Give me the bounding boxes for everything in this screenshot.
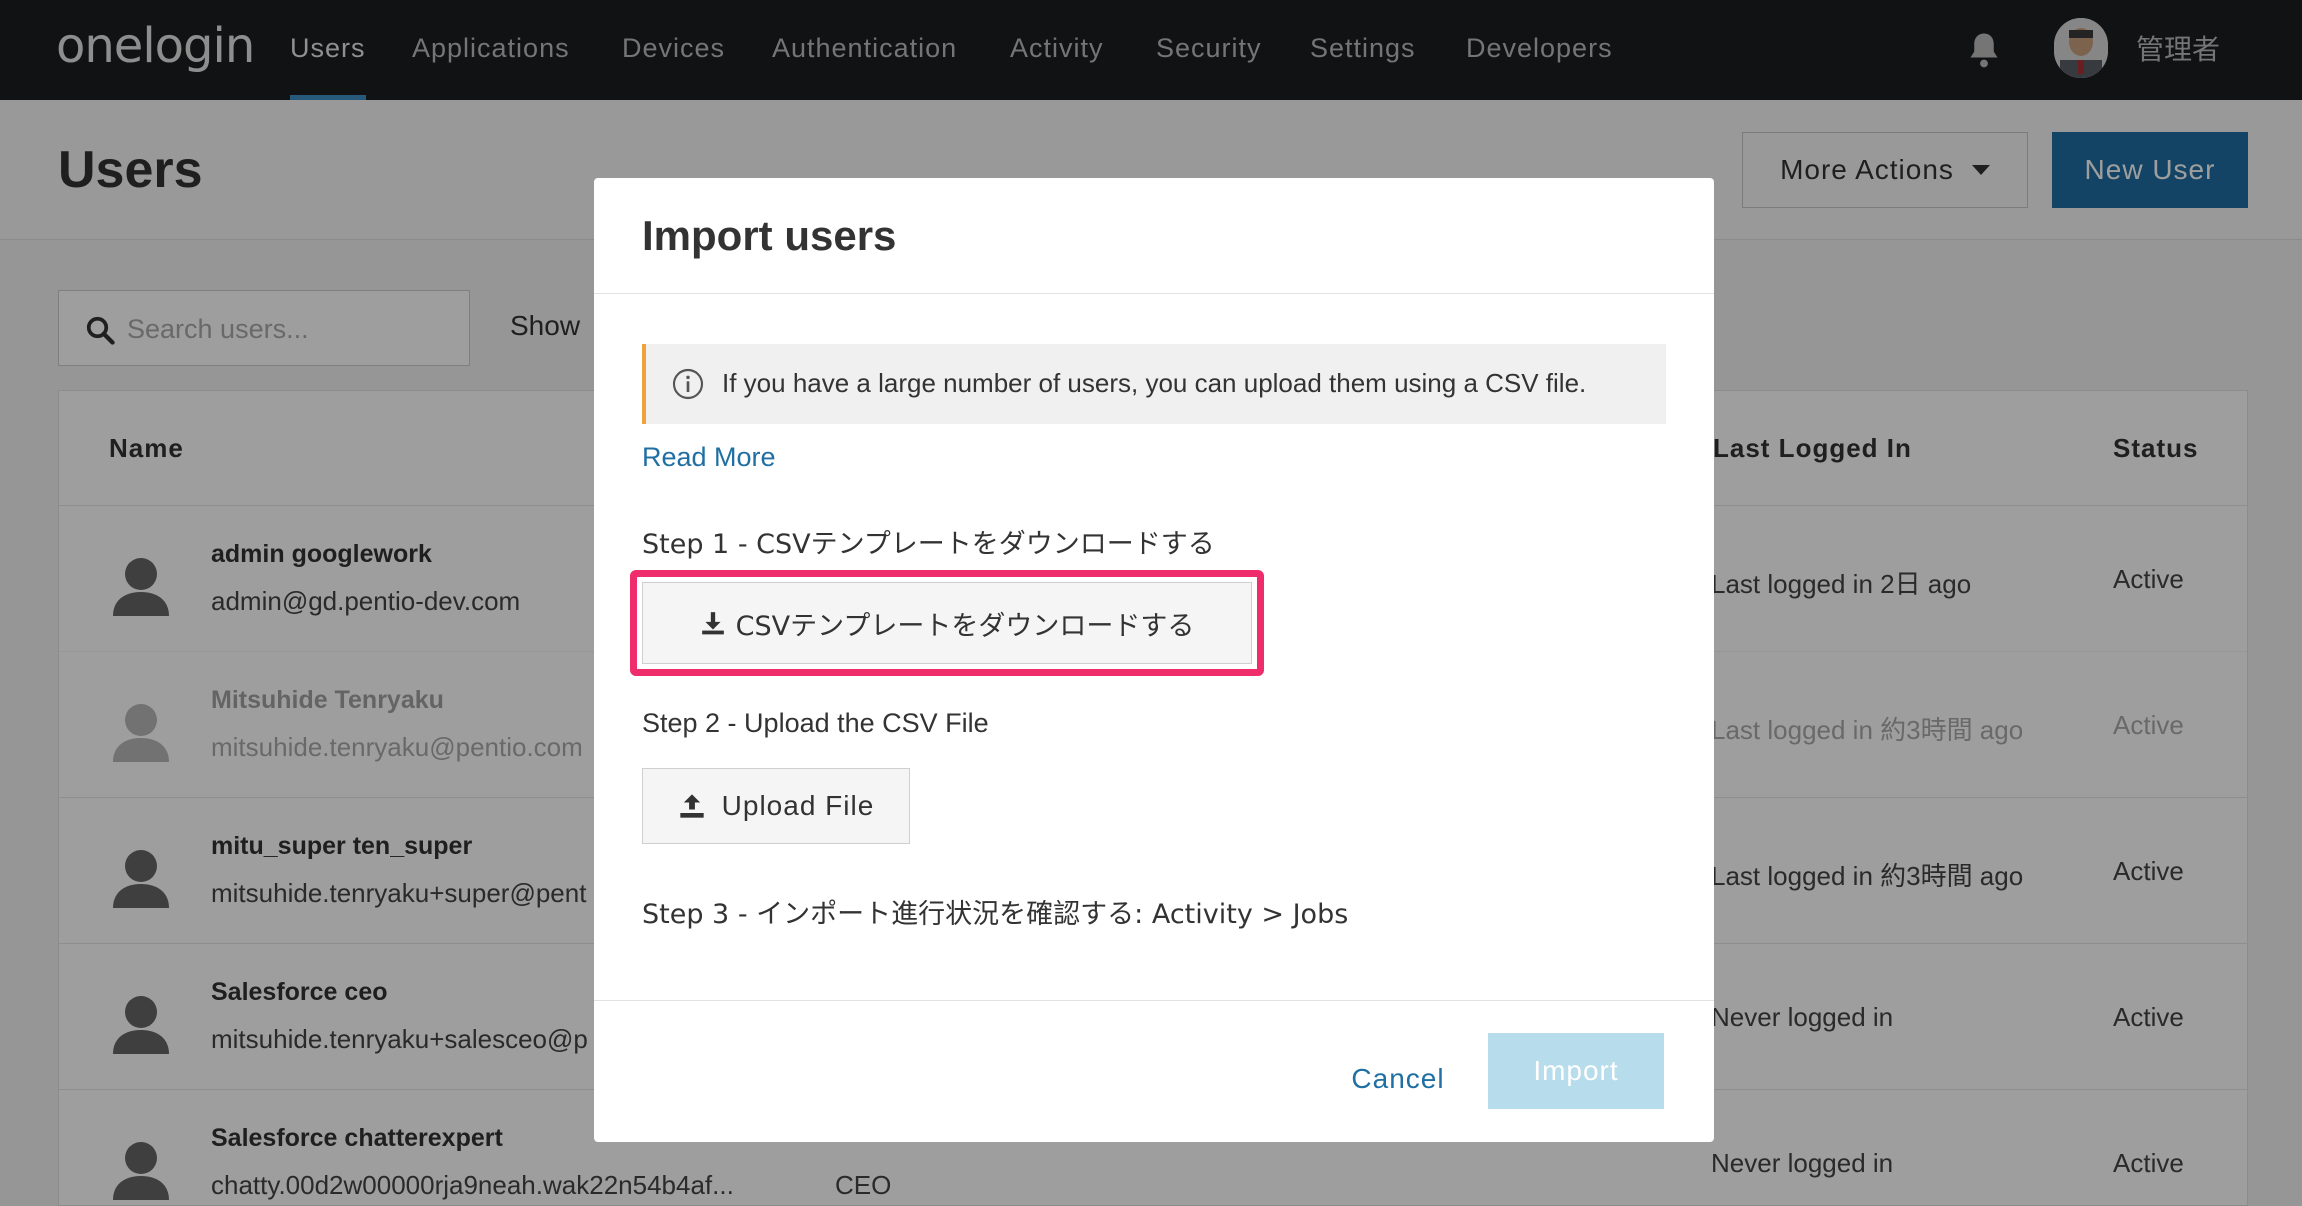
modal-footer: Cancel Import	[594, 1000, 1714, 1142]
modal-header: Import users	[594, 178, 1714, 294]
cancel-button[interactable]: Cancel	[1310, 1041, 1486, 1117]
info-callout: If you have a large number of users, you…	[642, 344, 1666, 424]
modal-title: Import users	[642, 212, 897, 259]
info-text: If you have a large number of users, you…	[722, 368, 1587, 398]
download-csv-template-button[interactable]: CSVテンプレートをダウンロードする	[642, 582, 1252, 664]
upload-icon	[680, 794, 704, 818]
read-more-link[interactable]: Read More	[642, 442, 776, 473]
upload-file-button[interactable]: Upload File	[642, 768, 910, 844]
step1-label: Step 1 - CSVテンプレートをダウンロードする	[642, 529, 1215, 560]
import-button[interactable]: Import	[1488, 1033, 1664, 1109]
download-icon	[701, 612, 724, 635]
step2-label: Step 2 - Upload the CSV File	[642, 708, 989, 738]
download-button-label: CSVテンプレートをダウンロードする	[735, 610, 1195, 642]
import-users-modal: Import users If you have a large number …	[594, 178, 1714, 1142]
step3-label: Step 3 - インポート進行状況を確認する: Activity > Jobs	[642, 899, 1349, 930]
upload-button-label: Upload File	[721, 790, 875, 821]
info-icon	[672, 368, 704, 400]
